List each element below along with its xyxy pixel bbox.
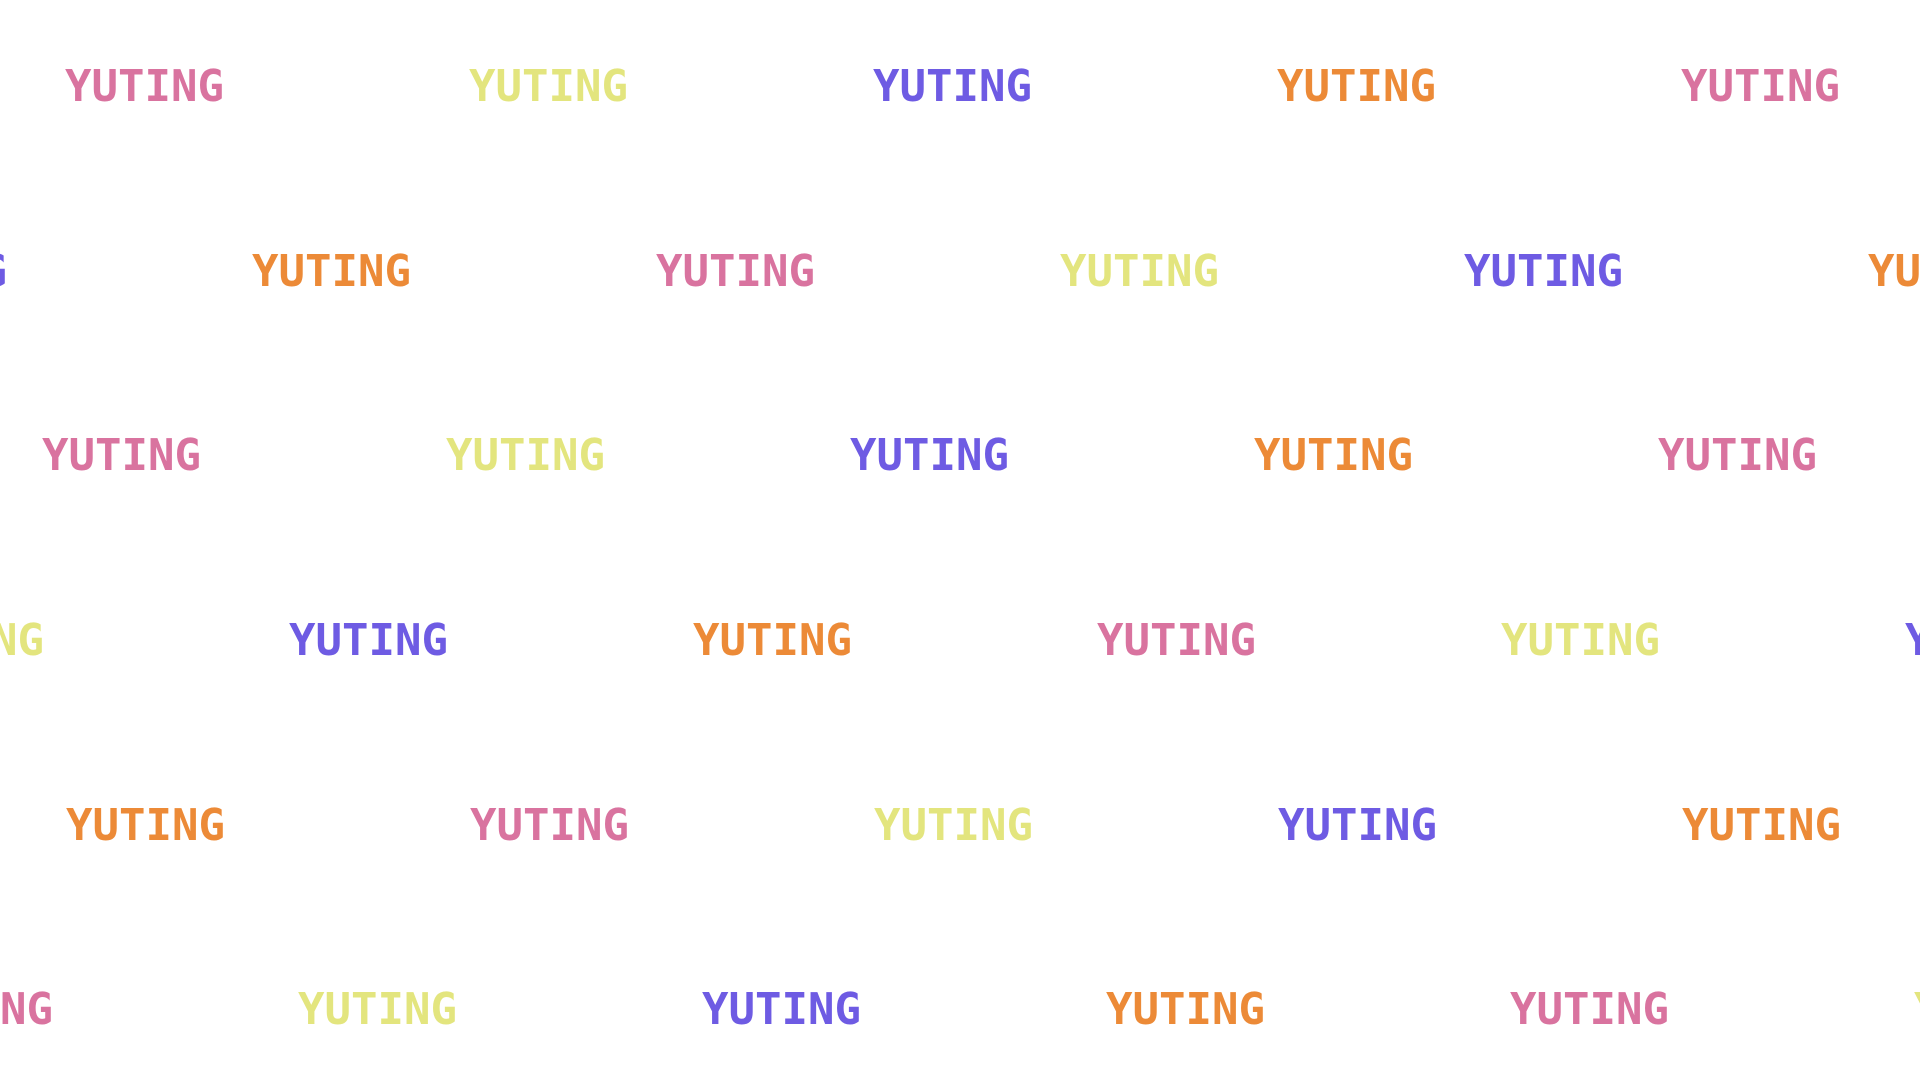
watermark-word: YUTING — [0, 615, 44, 666]
watermark-word: YUTING — [693, 615, 852, 666]
watermark-word: YUTING — [1682, 800, 1841, 851]
watermark-word: YUTING — [446, 430, 605, 481]
watermark-word: YUTING — [1464, 246, 1623, 297]
watermark-word: YUTING — [874, 800, 1033, 851]
watermark-word: YUTING — [289, 615, 448, 666]
watermark-word: YUTING — [1097, 615, 1256, 666]
watermark-word: YUTING — [1277, 61, 1436, 112]
watermark-word: YUTING — [1060, 246, 1219, 297]
watermark-word: YUTING — [656, 246, 815, 297]
watermark-word: YUTING — [702, 984, 861, 1035]
watermark-word: YUTING — [1501, 615, 1660, 666]
watermark-word: YUTING — [0, 250, 7, 294]
watermark-word: YUTING — [469, 61, 628, 112]
watermark-word: YUTING — [850, 430, 1009, 481]
watermark-word: YUTING — [1905, 615, 1920, 666]
watermark-word: YUTING — [470, 800, 629, 851]
watermark-word: YUTING — [1510, 984, 1669, 1035]
watermark-word: YUTING — [873, 61, 1032, 112]
watermark-word: YUTING — [1278, 800, 1437, 851]
watermark-word: YUTING — [65, 61, 224, 112]
watermark-pattern: YUTING YUTING YUTING YUTING YUTING YUTING YUTI… — [0, 0, 1920, 1080]
watermark-word: YUTING — [1106, 984, 1265, 1035]
watermark-word: YUTING — [0, 984, 53, 1035]
watermark-word: YUTING — [42, 430, 201, 481]
watermark-word: YUTING — [1658, 430, 1817, 481]
watermark-word: YUTING — [1681, 61, 1840, 112]
watermark-word: YUTING — [66, 800, 225, 851]
watermark-word: YUTING — [298, 984, 457, 1035]
watermark-word: YUTING — [252, 246, 411, 297]
watermark-word: YUTING — [1868, 246, 1920, 297]
watermark-word: YUTING — [1254, 430, 1413, 481]
watermark-word: YUTING — [1914, 988, 1920, 1032]
